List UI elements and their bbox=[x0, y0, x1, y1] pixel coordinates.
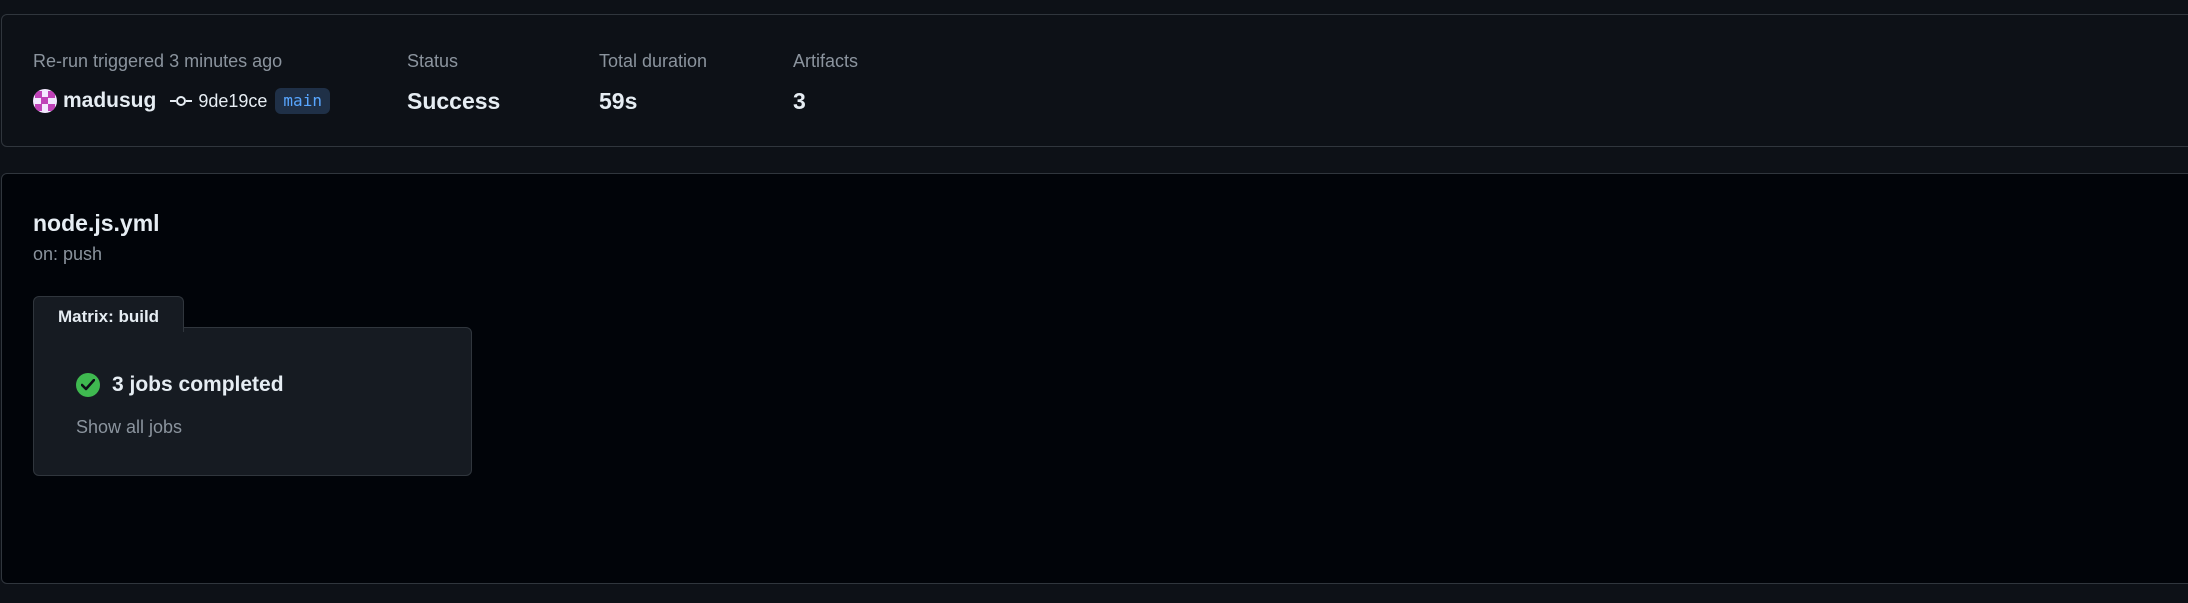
trigger-details: madusug 9de19ce main bbox=[33, 87, 330, 115]
workflow-file-name: node.js.yml bbox=[33, 210, 160, 236]
trigger-column: Re-run triggered 3 minutes ago madusug 9… bbox=[33, 49, 330, 115]
trigger-label: Re-run triggered 3 minutes ago bbox=[33, 51, 283, 71]
status-value: Success bbox=[407, 88, 501, 114]
workflow-graph-card: node.js.yml on: push Matrix: build 3 job… bbox=[1, 173, 2188, 584]
git-commit-icon bbox=[170, 96, 193, 106]
branch-badge[interactable]: main bbox=[275, 88, 330, 114]
show-all-jobs-link[interactable]: Show all jobs bbox=[76, 417, 182, 438]
artifacts-column: Artifacts 3 bbox=[793, 49, 858, 115]
run-summary-card: Re-run triggered 3 minutes ago madusug 9… bbox=[1, 14, 2188, 147]
check-circle-icon bbox=[76, 373, 100, 397]
status-label: Status bbox=[407, 51, 459, 71]
matrix-job-group: 3 jobs completed Show all jobs bbox=[33, 327, 472, 476]
duration-column: Total duration 59s bbox=[599, 49, 707, 115]
duration-value: 59s bbox=[599, 88, 638, 114]
jobs-status-row: 3 jobs completed bbox=[76, 373, 284, 397]
matrix-tab-label: Matrix: build bbox=[58, 307, 160, 326]
matrix-tab: Matrix: build bbox=[33, 296, 184, 332]
artifacts-count[interactable]: 3 bbox=[793, 87, 858, 115]
artifacts-label: Artifacts bbox=[793, 51, 859, 71]
status-column: Status Success bbox=[407, 49, 500, 115]
jobs-completed-label: 3 jobs completed bbox=[112, 373, 284, 396]
workflow-trigger: on: push bbox=[33, 244, 103, 264]
commit-sha-link[interactable]: 9de19ce bbox=[198, 91, 267, 112]
duration-label: Total duration bbox=[599, 51, 708, 71]
actor-link[interactable]: madusug bbox=[63, 89, 156, 113]
avatar[interactable] bbox=[33, 89, 57, 113]
